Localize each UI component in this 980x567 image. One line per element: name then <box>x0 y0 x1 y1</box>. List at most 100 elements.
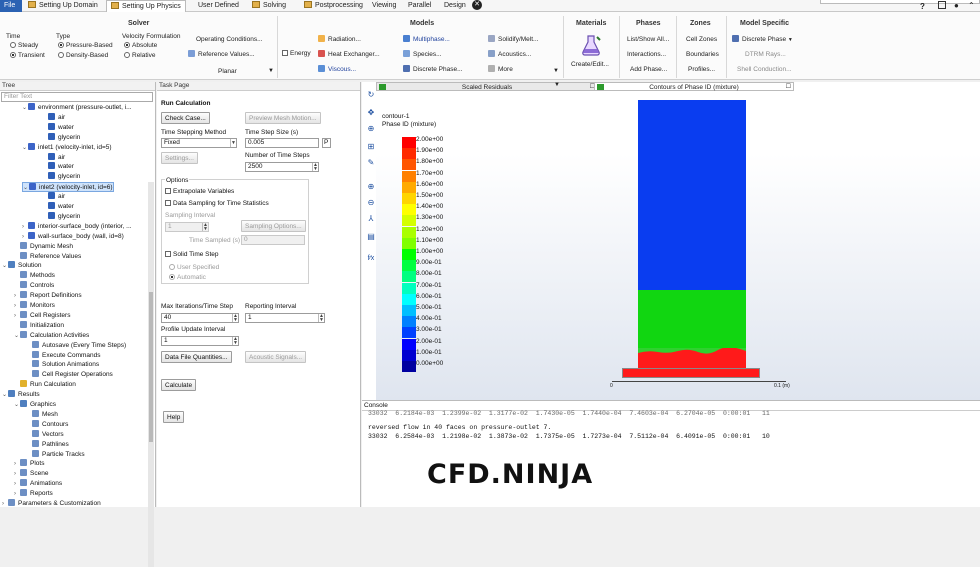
density-based-radio[interactable]: Density-Based <box>58 51 108 60</box>
user-icon[interactable]: ● <box>954 1 959 10</box>
tree-item[interactable]: › Cell Registers <box>14 310 70 321</box>
tree-item[interactable]: Controls <box>14 281 54 291</box>
tree-item[interactable]: › Plots <box>14 459 44 469</box>
tree-item[interactable]: Solution Animations <box>26 360 99 370</box>
acoustic-signals-button[interactable]: Acoustic Signals... <box>245 351 307 363</box>
user-specified-radio[interactable]: User Specified <box>169 263 219 272</box>
tree-item[interactable]: ⌄ Graphics <box>14 400 56 410</box>
scrollbar-thumb[interactable] <box>149 292 153 442</box>
flask-icon[interactable] <box>580 34 602 56</box>
tree-item[interactable]: › wall-surface_body (wall, id=8) <box>22 231 124 242</box>
energy-checkbox[interactable]: Energy <box>282 49 311 58</box>
species-button[interactable]: Species... <box>403 50 442 59</box>
tree-item[interactable]: Contours <box>26 419 68 430</box>
tree-scrollbar[interactable] <box>148 182 154 567</box>
tree-item[interactable]: Execute Commands <box>26 350 101 361</box>
operating-conditions-button[interactable]: Operating Conditions... <box>196 35 262 44</box>
number-of-time-steps-input[interactable]: 2500 ▲ ▼ <box>245 162 319 172</box>
discrete-phase-button[interactable]: Discrete Phase... <box>403 65 463 74</box>
zoom-in-icon[interactable]: ⊕ <box>366 124 376 134</box>
tree-item[interactable]: Run Calculation <box>14 380 76 390</box>
data-sampling-checkbox[interactable]: Data Sampling for Time Statistics <box>165 199 269 208</box>
tab-design[interactable]: Design <box>440 0 470 12</box>
chevron-down-icon[interactable]: ▼ <box>554 82 560 88</box>
chevron-down-icon[interactable]: ▼ <box>553 67 559 76</box>
solidify-melt-button[interactable]: Solidify/Melt... <box>488 35 538 44</box>
tab-user-defined[interactable]: User Defined <box>194 0 243 12</box>
boundaries-button[interactable]: Boundaries <box>686 50 719 59</box>
time-stepping-method-select[interactable]: Fixed ▼ <box>161 138 237 148</box>
profiles-button[interactable]: Profiles... <box>688 65 715 74</box>
list-show-all-button[interactable]: List/Show All... <box>627 35 669 44</box>
multiphase-button[interactable]: Multiphase... <box>403 35 450 44</box>
zoom-fit-icon[interactable]: ⊕ <box>366 182 376 192</box>
tree-item[interactable]: › Report Definitions <box>14 291 82 301</box>
tree-item[interactable]: glycerin <box>42 132 80 143</box>
tree-item[interactable]: ⌄ environment (pressure-outlet, i... <box>22 103 132 113</box>
steady-radio[interactable]: Steady <box>10 41 38 50</box>
tree-item[interactable]: air <box>42 192 65 202</box>
tree-item[interactable]: › Animations <box>14 479 62 489</box>
tree-item[interactable]: › Parameters & Customization <box>2 499 101 509</box>
tab-solving[interactable]: Solving <box>248 0 290 12</box>
solid-time-step-checkbox[interactable]: Solid Time Step <box>165 250 219 259</box>
tree-item[interactable]: Mesh <box>26 409 58 420</box>
contour-viewer[interactable]: contour-1 Phase ID (mixture) 2.00e+00 1.9… <box>376 92 980 400</box>
tree-item[interactable]: ⌄ Results <box>2 390 40 400</box>
help-button[interactable]: Help <box>163 411 185 423</box>
sampling-options-button[interactable]: Sampling Options... <box>241 220 306 232</box>
tree-item[interactable]: Particle Tracks <box>26 449 85 460</box>
reference-values-button[interactable]: Reference Values... <box>188 50 255 59</box>
radiation-button[interactable]: Radiation... <box>318 35 361 44</box>
restore-icon[interactable] <box>938 1 946 9</box>
check-case-button[interactable]: Check Case... <box>161 112 210 124</box>
zoom-area-icon[interactable]: ⊞ <box>366 142 376 152</box>
profile-update-interval-input[interactable]: 1 ▲ ▼ <box>161 336 239 346</box>
heat-exchanger-button[interactable]: Heat Exchanger... <box>318 50 380 59</box>
probe-icon[interactable]: ✎ <box>366 158 376 168</box>
tab-file[interactable]: File <box>0 0 22 12</box>
reporting-interval-input[interactable]: 1 ▲ ▼ <box>245 313 325 323</box>
tree-item[interactable]: Pathlines <box>26 439 69 450</box>
help-icon[interactable]: ? <box>920 2 925 11</box>
extrapolate-variables-checkbox[interactable]: Extrapolate Variables <box>165 187 234 196</box>
view-icon[interactable]: ▤ <box>366 232 376 242</box>
tree-item[interactable]: Cell Register Operations <box>26 370 113 380</box>
interactions-button[interactable]: Interactions... <box>627 50 666 59</box>
acoustics-button[interactable]: Acoustics... <box>488 50 531 59</box>
parameter-button[interactable]: P <box>322 138 331 148</box>
tree-item[interactable]: Dynamic Mesh <box>14 241 73 252</box>
time-step-size-input[interactable]: 0.005 <box>245 138 319 148</box>
close-icon[interactable]: ✕ <box>472 0 482 10</box>
pan-icon[interactable]: ✥ <box>366 108 376 118</box>
more-models-button[interactable]: More <box>488 65 513 74</box>
tab-setting-up-domain[interactable]: Setting Up Domain <box>24 0 102 12</box>
max-iterations-input[interactable]: 40 ▲ ▼ <box>161 313 239 323</box>
tab-contours-phase-id[interactable]: Contours of Phase ID (mixture) ☐ <box>594 82 794 91</box>
tree-item[interactable]: Vectors <box>26 429 64 440</box>
time-sampled-input[interactable]: 0 <box>241 235 305 245</box>
tree-item[interactable]: ⌄ inlet2 (velocity-inlet, id=6) <box>22 182 114 193</box>
tree-item[interactable]: ⌄ inlet1 (velocity-inlet, id=5) <box>22 142 112 153</box>
preview-mesh-motion-button[interactable]: Preview Mesh Motion... <box>245 112 321 124</box>
tree-item[interactable]: water <box>42 202 74 212</box>
chevron-down-icon[interactable]: ▼ <box>268 67 274 76</box>
transient-radio[interactable]: Transient <box>10 51 45 60</box>
tree-item[interactable]: Methods <box>14 271 55 281</box>
tab-parallel[interactable]: Parallel <box>404 0 435 12</box>
tab-viewing[interactable]: Viewing <box>368 0 400 12</box>
console-panel[interactable]: Console 33032 6.2184e-03 1.2399e-02 1.31… <box>362 400 980 507</box>
tree-item[interactable]: › Scene <box>14 469 48 479</box>
pressure-based-radio[interactable]: Pressure-Based <box>58 41 113 50</box>
rotate-icon[interactable]: ↻ <box>366 90 376 100</box>
tree-item[interactable]: › Monitors <box>14 301 55 311</box>
data-file-quantities-button[interactable]: Data File Quantities... <box>161 351 232 363</box>
automatic-radio[interactable]: Automatic <box>169 273 206 282</box>
tree-item[interactable]: glycerin <box>42 172 80 182</box>
tree-item[interactable]: Autosave (Every Time Steps) <box>26 340 126 351</box>
settings-button[interactable]: Settings... <box>161 152 198 164</box>
sampling-interval-input[interactable]: 1 ▲ ▼ <box>165 222 209 232</box>
planar-dropdown[interactable]: Planar <box>218 67 237 76</box>
add-phase-button[interactable]: Add Phase... <box>630 65 667 74</box>
relative-radio[interactable]: Relative <box>124 51 155 60</box>
